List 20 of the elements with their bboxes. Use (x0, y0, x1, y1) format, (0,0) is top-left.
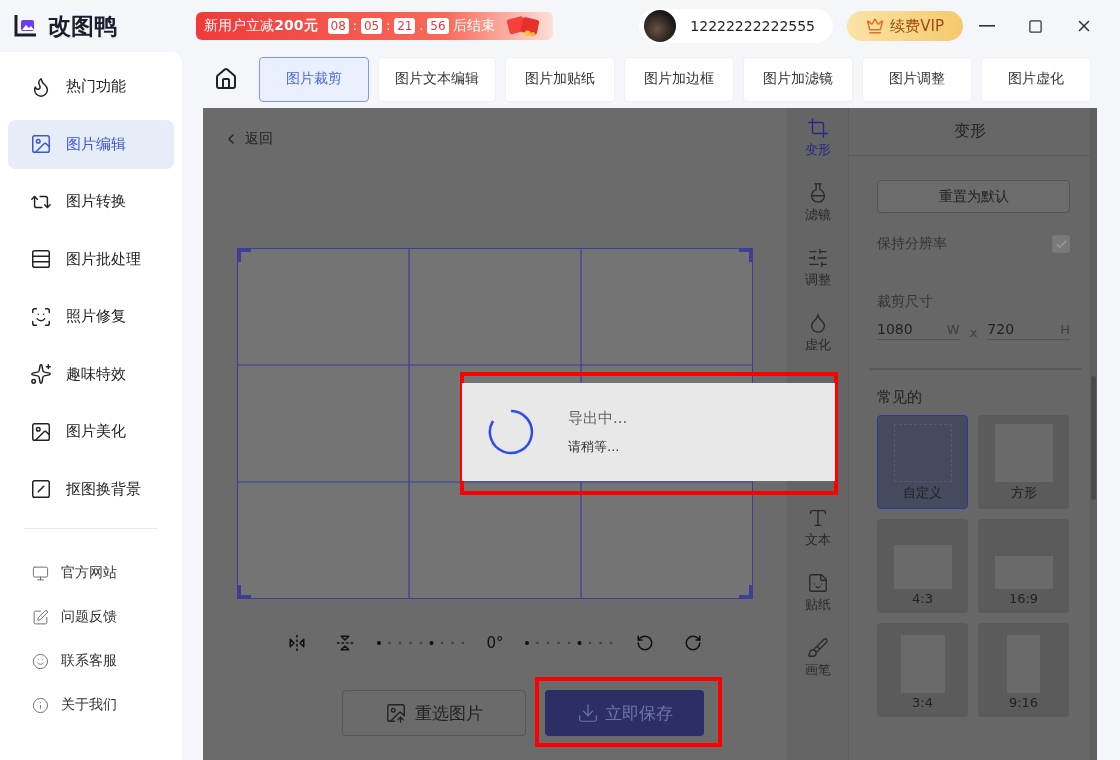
countdown-digit: 05 (360, 18, 383, 34)
preset-label: 自定义 (903, 484, 942, 502)
countdown-separator: : (386, 19, 391, 33)
countdown-separator: : (352, 19, 357, 33)
rotation-value: 0° (486, 634, 504, 652)
dialog-title: 导出中... (568, 408, 628, 428)
app-title: 改图鸭 (48, 11, 117, 41)
user-name: 12222222222555 (690, 18, 815, 34)
preset-label: 16:9 (1008, 591, 1039, 606)
preset-label: 9:16 (1008, 695, 1039, 710)
presets-heading: 常见的 (877, 388, 923, 407)
promo-suffix: 后结束 (452, 17, 495, 35)
countdown-digit: 08 (327, 18, 349, 34)
preset-label: 3:4 (912, 695, 933, 710)
promo-text: 新用户立减200元 (204, 17, 318, 35)
countdown-digit: 56 (427, 18, 449, 34)
countdown-digit: 21 (394, 18, 416, 34)
dialog-message: 请稍等... (568, 437, 621, 456)
preset-label: 4:3 (912, 591, 933, 606)
countdown-separator: . (419, 19, 424, 33)
